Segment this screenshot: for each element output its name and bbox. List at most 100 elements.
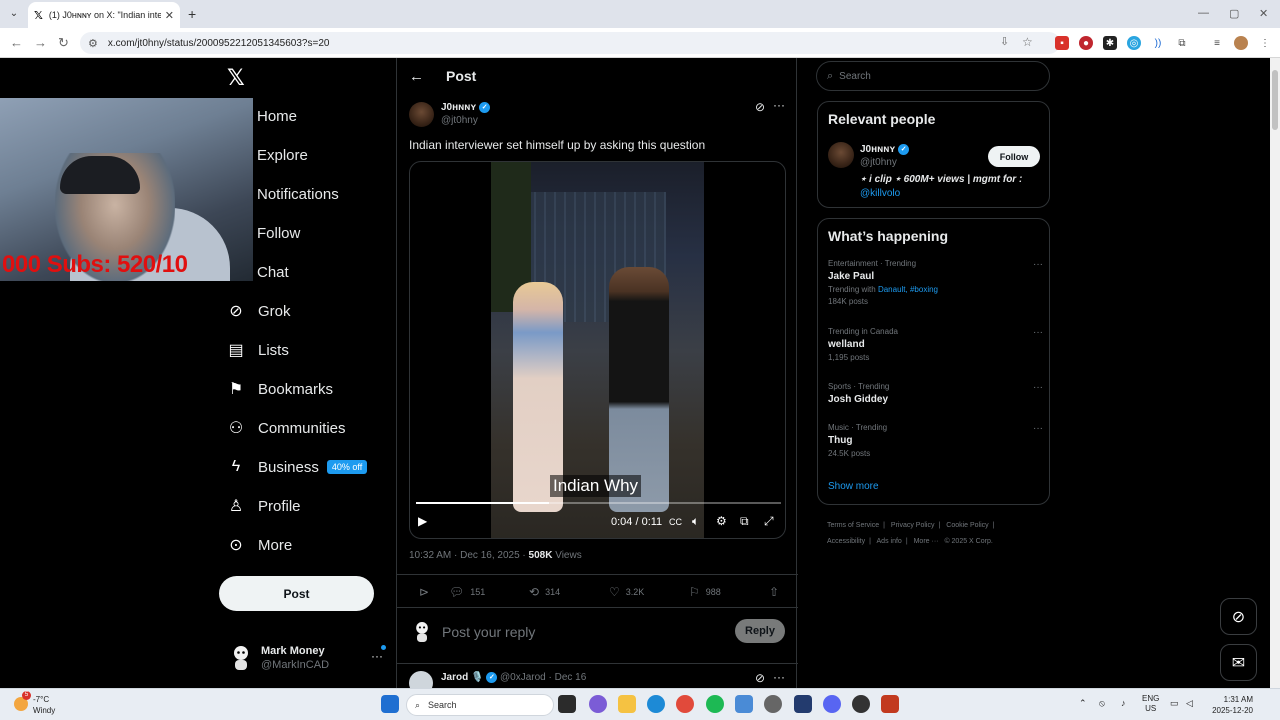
taskbar-search[interactable]: ⌕ Search [406,694,554,716]
grok-fab-icon[interactable]: ⊘ [1220,598,1257,635]
extension-icon-1[interactable]: ▪ [1055,36,1069,50]
video-progress-bar[interactable] [416,502,781,504]
bookmark-button[interactable]: ⚐ 988 [689,585,721,599]
reply-input[interactable]: Post your reply [442,624,535,640]
tab-search-button[interactable]: ⌄ [6,5,22,21]
nav-profile[interactable]: ♙ Profile [226,491,301,521]
x-logo-icon[interactable]: 𝕏 [227,66,245,91]
back-arrow-icon[interactable]: ← [409,68,424,85]
reply-post[interactable]: Jarod 🎙️ ✓ @0xJarod · Dec 16 ⊘ ··· [397,665,798,688]
nav-home[interactable]: Home [226,101,297,131]
reply-author-avatar[interactable] [409,671,433,688]
trend-item[interactable]: Trending in Canada welland 1,195 posts ·… [828,327,1043,362]
messages-fab-icon[interactable]: ✉ [1220,644,1257,681]
vscode-icon[interactable] [794,695,812,713]
relevant-person-handle[interactable]: @jt0hny [860,157,897,168]
play-icon[interactable]: ▶ [418,514,427,528]
grok-explain-icon[interactable]: ⊘ [755,671,765,685]
compose-post-button[interactable]: Post [219,576,374,611]
nav-business[interactable]: ϟ Business 40% off [226,452,368,482]
new-tab-button[interactable]: + [188,6,196,22]
extension-icon-5[interactable]: )) [1151,36,1165,50]
weather-widget[interactable]: 5 -7°C Windy [10,691,70,717]
trend-more-icon[interactable]: ··· [1033,327,1043,338]
system-clock[interactable]: 1:31 AM 2025-12-20 [1205,694,1253,716]
obs-icon[interactable] [852,695,870,713]
footer-cookie[interactable]: Cookie Policy [946,522,988,529]
page-scrollbar[interactable] [1270,58,1280,688]
minimize-button[interactable]: — [1198,7,1209,19]
site-info-icon[interactable]: ⚙ [88,37,98,50]
author-avatar[interactable] [409,102,434,127]
reply-author-handle[interactable]: @0xJarod · Dec 16 [500,672,586,683]
post-more-icon[interactable]: ··· [773,98,785,112]
discord-icon[interactable] [823,695,841,713]
grok-explain-icon[interactable]: ⊘ [755,100,765,114]
nav-follow[interactable]: Follow [226,218,300,248]
file-explorer-icon[interactable] [618,695,636,713]
nav-grok[interactable]: ⊘ Grok [226,296,290,326]
nav-more[interactable]: ⊙ More [226,530,292,560]
footer-ads-info[interactable]: Ads info [877,538,902,545]
author-handle[interactable]: @jt0hny [441,115,478,126]
language-indicator[interactable]: ENG US [1142,694,1159,714]
pip-icon[interactable]: ⧉ [740,514,749,529]
trend-item[interactable]: Music · Trending Thug 24.5K posts ··· [828,423,1043,458]
reply-button[interactable]: 💬︎ 151 [449,585,485,599]
copilot-icon[interactable] [589,695,607,713]
relevant-person-name[interactable]: J0ʜɴɴʏ ✓ [860,144,910,155]
show-more-link[interactable]: Show more [828,481,879,492]
profile-avatar-icon[interactable] [1234,36,1248,50]
bio-link[interactable]: @killvolo [860,188,900,199]
spotify-icon[interactable] [706,695,724,713]
tray-overflow-icon[interactable]: ⌃ [1079,698,1087,709]
nav-explore[interactable]: Explore [226,140,308,170]
nav-bookmarks[interactable]: ⚑ Bookmarks [226,374,333,404]
account-more-icon[interactable]: ··· [371,649,383,663]
trend-more-icon[interactable]: ··· [1033,259,1043,270]
browser-menu-icon[interactable]: ⋮ [1258,36,1272,50]
search-input[interactable]: ⌕ Search [816,61,1050,91]
nav-communities[interactable]: ⚇ Communities [226,413,346,443]
volume-icon[interactable]: 🔈︎ [692,514,699,529]
footer-privacy[interactable]: Privacy Policy [891,522,935,529]
browser-tab[interactable]: 𝕏 (1) J0ʜɴɴʏ on X: "Indian intervi ✕ [28,2,180,28]
start-button-icon[interactable] [381,695,399,713]
trend-more-icon[interactable]: ··· [1033,423,1043,434]
network-icon[interactable]: ⦸ [1099,698,1105,709]
extensions-puzzle-icon[interactable]: ⧉ [1175,36,1189,50]
microphone-icon[interactable]: ♪ [1121,698,1126,708]
video-player[interactable]: Indian Why ▶ 0:04 / 0:11 CC 🔈︎ ⚙ ⧉ ⤢ [409,161,786,539]
tab-close-icon[interactable]: ✕ [165,9,174,22]
game-app-icon[interactable] [881,695,899,713]
scrollbar-thumb[interactable] [1272,70,1278,130]
share-button[interactable]: ⇧ [769,585,785,599]
address-bar[interactable]: ⚙ x.com/jt0hny/status/200095221205134560… [80,32,1060,54]
trend-more-icon[interactable]: ··· [1033,382,1043,393]
extension-icon-3[interactable]: ✱ [1103,36,1117,50]
nav-chat[interactable]: Chat [226,257,289,287]
nav-lists[interactable]: ▤ Lists [226,335,288,365]
extension-icon-4[interactable]: ◎ [1127,36,1141,50]
forward-icon[interactable]: → [34,35,47,50]
account-switcher[interactable]: Mark Money @MarkInCAD ··· [229,643,389,675]
extension-icon-2[interactable]: ● [1079,36,1093,50]
notepad-icon[interactable] [735,695,753,713]
reply-submit-button[interactable]: Reply [735,619,785,643]
relevant-person-avatar[interactable] [828,142,854,168]
bookmark-star-icon[interactable]: ☆ [1022,35,1033,49]
footer-more[interactable]: More ··· [914,538,939,545]
follow-button[interactable]: Follow [988,146,1040,167]
task-view-icon[interactable] [558,695,576,713]
edge-icon[interactable] [647,695,665,713]
fullscreen-icon[interactable]: ⤢ [764,514,774,529]
back-icon[interactable]: ← [10,35,23,50]
reload-icon[interactable]: ↻ [58,35,69,51]
display-icon[interactable]: ▭ [1170,698,1179,709]
close-window-button[interactable]: ✕ [1259,7,1268,20]
reply-author-name[interactable]: Jarod 🎙️ ✓ [441,672,498,683]
restore-button[interactable]: ▢ [1229,7,1239,20]
post-timestamp[interactable]: 10:32 AM · Dec 16, 2025 · [409,550,529,561]
view-analytics-button[interactable]: ⊳ [419,585,435,599]
trend-item[interactable]: Sports · Trending Josh Giddey ··· [828,382,1043,405]
